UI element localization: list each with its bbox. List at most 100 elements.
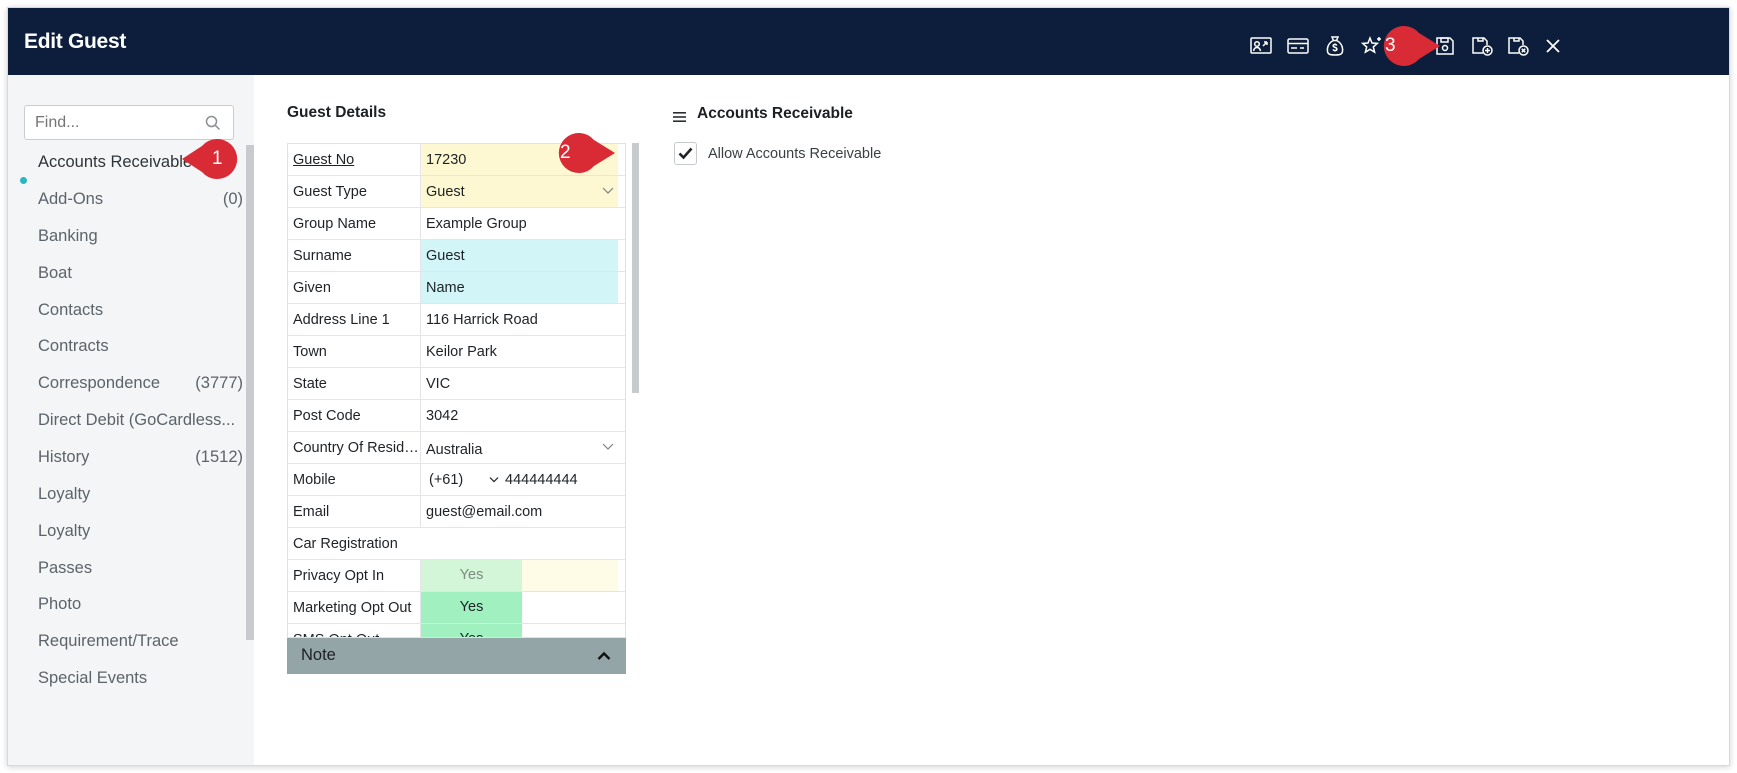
callout-number: 2 <box>560 142 571 163</box>
guest-portal-button[interactable] <box>1248 34 1274 58</box>
privacy-opt-in-toggle[interactable]: Yes <box>421 560 522 591</box>
guest-details-scrollbar[interactable] <box>632 143 639 393</box>
mobile-row: Mobile (+61) 444444444 <box>288 464 625 496</box>
mobile-number-input[interactable]: 444444444 <box>505 472 578 488</box>
mobile-label: Mobile <box>288 464 421 495</box>
sidebar-item-label: Loyalty <box>38 485 91 503</box>
guest-details-grid: Guest No 17230 Guest Type Guest Group Na… <box>287 143 626 638</box>
mobile-prefix-select[interactable]: (+61) <box>429 472 463 488</box>
town-row: Town Keilor Park <box>288 336 625 368</box>
given-field[interactable]: Name <box>421 272 618 303</box>
sidebar-item-loyalty-2[interactable]: Loyalty <box>38 522 243 541</box>
chevron-down-icon <box>602 187 614 194</box>
sms-opt-out-label: SMS Opt Out <box>288 624 421 637</box>
money-bag-icon <box>1326 36 1344 56</box>
state-field[interactable]: VIC <box>421 368 618 399</box>
close-icon <box>1546 39 1560 53</box>
sidebar-item-passes[interactable]: Passes <box>38 559 243 578</box>
money-bag-button[interactable] <box>1322 34 1348 58</box>
guest-no-link[interactable]: Guest No <box>288 144 421 175</box>
sidebar-item-label: Requirement/Trace <box>38 632 179 650</box>
post-code-row: Post Code 3042 <box>288 400 625 432</box>
sidebar-item-label: Photo <box>38 595 82 613</box>
surname-row: Surname Guest <box>288 240 625 272</box>
sidebar-item-label: Accounts Receivable <box>38 153 193 171</box>
sidebar-item-label: Banking <box>38 227 98 245</box>
sidebar-item-special-events[interactable]: Special Events <box>38 669 243 688</box>
country-select[interactable]: Australia <box>421 432 618 463</box>
post-code-field[interactable]: 3042 <box>421 400 618 431</box>
window-header: Edit Guest <box>8 8 1729 75</box>
card-button[interactable] <box>1285 34 1311 58</box>
sidebar-scrollbar[interactable] <box>246 145 254 640</box>
callout-2: 2 <box>545 132 617 176</box>
country-value: Australia <box>426 442 483 458</box>
sidebar-item-label: Loyalty <box>38 522 91 540</box>
guest-type-label: Guest Type <box>288 176 421 207</box>
sidebar-item-contracts[interactable]: Contracts <box>38 337 243 356</box>
chevron-down-icon <box>489 477 499 483</box>
sidebar-item-requirement-trace[interactable]: Requirement/Trace <box>38 632 243 651</box>
guest-type-value: Guest <box>426 184 465 200</box>
marketing-opt-out-row: Marketing Opt Out Yes <box>288 592 625 624</box>
surname-field[interactable]: Guest <box>421 240 618 271</box>
active-indicator-dot <box>20 177 27 184</box>
sidebar-item-count: (0) <box>222 190 243 208</box>
guest-portal-icon <box>1250 37 1272 54</box>
email-field[interactable]: guest@email.com <box>421 496 618 527</box>
town-field[interactable]: Keilor Park <box>421 336 618 367</box>
sidebar-item-loyalty[interactable]: Loyalty <box>38 485 243 504</box>
search-icon <box>205 115 221 131</box>
sms-opt-out-toggle[interactable]: Yes <box>421 624 522 637</box>
save-and-new-icon <box>1472 37 1493 56</box>
guest-type-select[interactable]: Guest <box>421 176 618 207</box>
note-section-header[interactable]: Note <box>287 638 626 674</box>
mobile-field: (+61) 444444444 <box>421 464 618 495</box>
surname-label: Surname <box>288 240 421 271</box>
accounts-receivable-title: Accounts Receivable <box>697 105 853 122</box>
privacy-opt-in-spacer <box>522 560 618 591</box>
group-name-label: Group Name <box>288 208 421 239</box>
sidebar-item-label: Add-Ons <box>38 190 104 208</box>
car-registration-label: Car Registration <box>293 536 398 552</box>
sidebar-item-photo[interactable]: Photo <box>38 595 243 614</box>
privacy-opt-in-row: Privacy Opt In Yes <box>288 560 625 592</box>
sidebar-item-count: (3777) <box>195 374 243 392</box>
post-code-label: Post Code <box>288 400 421 431</box>
sidebar-item-contacts[interactable]: Contacts <box>38 301 243 320</box>
sidebar-item-boat[interactable]: Boat <box>38 264 243 283</box>
sidebar-item-history[interactable]: History (1512) <box>38 448 243 467</box>
sidebar-item-add-ons[interactable]: Add-Ons (0) <box>38 190 243 209</box>
sidebar-item-label: Special Events <box>38 669 148 687</box>
hamburger-icon <box>673 112 686 122</box>
save-and-close-icon <box>1508 37 1529 56</box>
sidebar-item-label: Boat <box>38 264 72 282</box>
state-row: State VIC <box>288 368 625 400</box>
sidebar-item-direct-debit[interactable]: Direct Debit (GoCardless... <box>38 411 243 430</box>
save-and-new-button[interactable] <box>1469 34 1495 58</box>
car-registration-row: Car Registration <box>288 528 625 560</box>
find-input[interactable] <box>24 105 234 140</box>
sidebar-item-banking[interactable]: Banking <box>38 227 243 246</box>
sidebar-item-label: Direct Debit (GoCardless... <box>38 411 236 429</box>
address-line-1-field[interactable]: 116 Harrick Road <box>421 304 618 335</box>
car-registration-field[interactable] <box>488 528 618 559</box>
callout-1: 1 <box>180 138 250 182</box>
guest-details-title: Guest Details <box>287 104 387 121</box>
marketing-opt-out-toggle[interactable]: Yes <box>421 592 522 623</box>
callout-number: 3 <box>1385 35 1396 56</box>
close-button[interactable] <box>1540 34 1566 58</box>
group-name-field[interactable]: Example Group <box>421 208 618 239</box>
save-and-close-button[interactable] <box>1505 34 1531 58</box>
callout-number: 1 <box>212 148 223 169</box>
email-label: Email <box>288 496 421 527</box>
sidebar-item-label: Contracts <box>38 337 109 355</box>
country-row: Country Of Reside... Australia <box>288 432 625 464</box>
privacy-opt-in-label: Privacy Opt In <box>288 560 421 591</box>
callout-3: 3 <box>1370 25 1442 69</box>
sidebar-item-label: Passes <box>38 559 93 577</box>
sidebar-item-correspondence[interactable]: Correspondence (3777) <box>38 374 243 393</box>
allow-accounts-receivable-checkbox[interactable] <box>674 142 697 165</box>
guest-type-row: Guest Type Guest <box>288 176 625 208</box>
sms-opt-out-row: SMS Opt Out Yes <box>288 624 625 637</box>
